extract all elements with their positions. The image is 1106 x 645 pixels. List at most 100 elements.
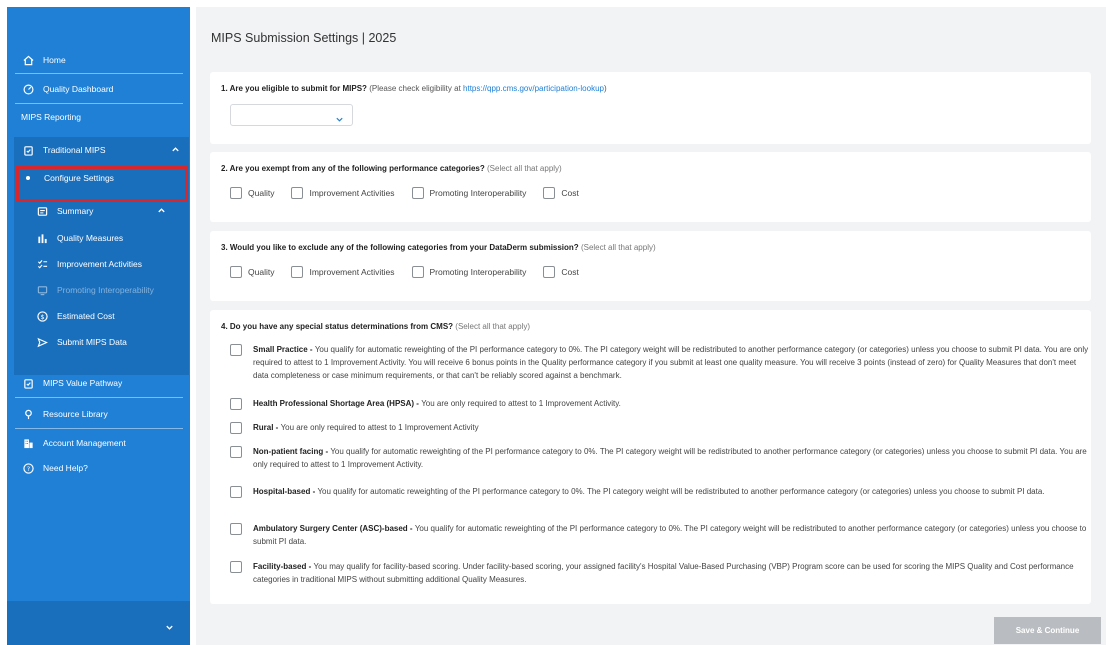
status-asc-based[interactable]: Ambulatory Surgery Center (ASC)-based - … [230,522,1091,548]
question-note: (Select all that apply) [580,243,656,252]
exempt-option-cost[interactable]: Cost [543,187,579,199]
status-rural[interactable]: Rural - You are only required to attest … [230,421,1091,434]
checkbox[interactable] [543,187,556,199]
sidebar-item-summary[interactable]: Summary [21,198,190,224]
chevron-down-icon[interactable] [165,619,174,637]
exclude-option-quality[interactable]: Quality [230,266,274,278]
sidebar-item-label: Resource Library [43,409,108,419]
building-icon [21,436,35,450]
eligibility-card: 1. Are you eligible to submit for MIPS? … [210,72,1091,144]
sidebar-item-label: Quality Measures [57,233,124,243]
home-icon [21,53,35,67]
configure-settings-highlight: Configure Settings [16,166,188,202]
sidebar-item-need-help[interactable]: ? Need Help? [7,455,190,481]
option-label: Quality [248,267,275,277]
participation-lookup-link[interactable]: https://qpp.cms.gov/participation-lookup [463,84,604,93]
status-title: Non-patient facing - [253,447,331,456]
checkbox[interactable] [543,266,556,278]
svg-text:?: ? [26,464,29,472]
checkbox[interactable] [230,561,242,573]
option-label: Promoting Interoperability [429,188,527,198]
gauge-icon [21,82,35,96]
page-title: MIPS Submission Settings | 2025 [211,31,397,45]
exempt-card: 2. Are you exempt from any of the follow… [210,152,1091,222]
section-label-mips-reporting: MIPS Reporting [21,112,81,122]
exempt-option-quality[interactable]: Quality [230,187,274,199]
status-description: You may qualify for facility-based scori… [253,562,1074,584]
exclude-card: 3. Would you like to exclude any of the … [210,231,1091,301]
status-facility-based[interactable]: Facility-based - You may qualify for fac… [230,560,1091,586]
map-pin-icon [21,407,35,421]
option-label: Cost [561,267,579,277]
chevron-up-icon[interactable] [157,206,166,217]
question-exclude: 3. Would you like to exclude any of the … [221,243,656,252]
sidebar-footer [7,601,190,645]
checkbox[interactable] [230,422,242,434]
status-non-patient-facing[interactable]: Non-patient facing - You qualify for aut… [230,445,1091,471]
exempt-option-improvement-activities[interactable]: Improvement Activities [291,187,395,199]
status-title: Rural - [253,423,281,432]
main-content: MIPS Submission Settings | 2025 1. Are y… [196,7,1106,645]
status-hpsa[interactable]: Health Professional Shortage Area (HPSA)… [230,397,1091,410]
sidebar-item-traditional-mips[interactable]: Traditional MIPS [7,137,190,163]
status-small-practice[interactable]: Small Practice - You qualify for automat… [230,343,1091,382]
sidebar-item-submit-mips-data[interactable]: Submit MIPS Data [21,329,190,355]
sidebar-item-quality-dashboard[interactable]: Quality Dashboard [7,76,190,102]
option-label: Promoting Interoperability [429,267,527,277]
divider [15,428,183,429]
eligibility-select[interactable] [230,104,353,126]
status-description: You qualify for automatic reweighting of… [253,345,1089,380]
option-label: Cost [561,188,579,198]
summary-icon [35,204,49,218]
exclude-option-promoting-interoperability[interactable]: Promoting Interoperability [411,266,527,278]
checkbox[interactable] [230,398,242,410]
checkbox[interactable] [230,523,242,535]
checkbox[interactable] [230,486,242,498]
option-label: Quality [248,188,275,198]
chevron-up-icon[interactable] [171,145,180,156]
question-special-status: 4. Do you have any special status determ… [221,322,530,331]
sidebar-item-label: Summary [57,206,94,216]
question-exempt: 2. Are you exempt from any of the follow… [221,164,562,173]
save-continue-button[interactable]: Save & Continue [994,617,1101,644]
svg-text:$: $ [40,312,44,320]
sidebar-item-mips-value-pathway[interactable]: MIPS Value Pathway [7,370,190,396]
sidebar-item-label: Traditional MIPS [43,145,106,155]
exclude-option-cost[interactable]: Cost [543,266,579,278]
dollar-circle-icon: $ [35,309,49,323]
question-eligibility: 1. Are you eligible to submit for MIPS? … [221,84,607,93]
status-hospital-based[interactable]: Hospital-based - You qualify for automat… [230,485,1091,498]
special-status-card: 4. Do you have any special status determ… [210,310,1091,604]
sidebar-item-estimated-cost[interactable]: $ Estimated Cost [21,303,190,329]
status-title: Facility-based - [253,562,314,571]
sidebar-item-account-management[interactable]: Account Management [7,430,190,456]
sidebar-item-improvement-activities[interactable]: Improvement Activities [21,251,190,277]
sidebar-item-label: MIPS Value Pathway [43,378,123,388]
tasks-icon [35,257,49,271]
status-title: Small Practice - [253,345,315,354]
question-text: 2. Are you exempt from any of the follow… [221,164,485,173]
sidebar-item-resource-library[interactable]: Resource Library [7,401,190,427]
status-title: Health Professional Shortage Area (HPSA)… [253,399,422,408]
divider [15,103,183,104]
divider [15,397,183,398]
checkbox[interactable] [230,344,242,356]
checkbox[interactable] [230,446,242,458]
bar-chart-icon [35,231,49,245]
sidebar-item-label: Configure Settings [44,173,114,183]
sidebar-item-label: Account Management [43,438,126,448]
checkbox[interactable] [411,187,424,199]
sidebar-item-label: Home [43,55,66,65]
checkbox[interactable] [230,266,242,278]
checkbox[interactable] [411,266,424,278]
sidebar-item-home[interactable]: Home [7,47,190,73]
exempt-option-promoting-interoperability[interactable]: Promoting Interoperability [411,187,527,199]
checkbox[interactable] [291,187,304,199]
checkbox[interactable] [291,266,304,278]
checkbox[interactable] [230,187,242,199]
sidebar-item-configure-settings[interactable]: Configure Settings [26,173,114,193]
exclude-option-improvement-activities[interactable]: Improvement Activities [291,266,395,278]
help-circle-icon: ? [21,461,35,475]
status-description: You are only required to attest to 1 Imp… [280,423,479,432]
sidebar-item-quality-measures[interactable]: Quality Measures [21,225,190,251]
